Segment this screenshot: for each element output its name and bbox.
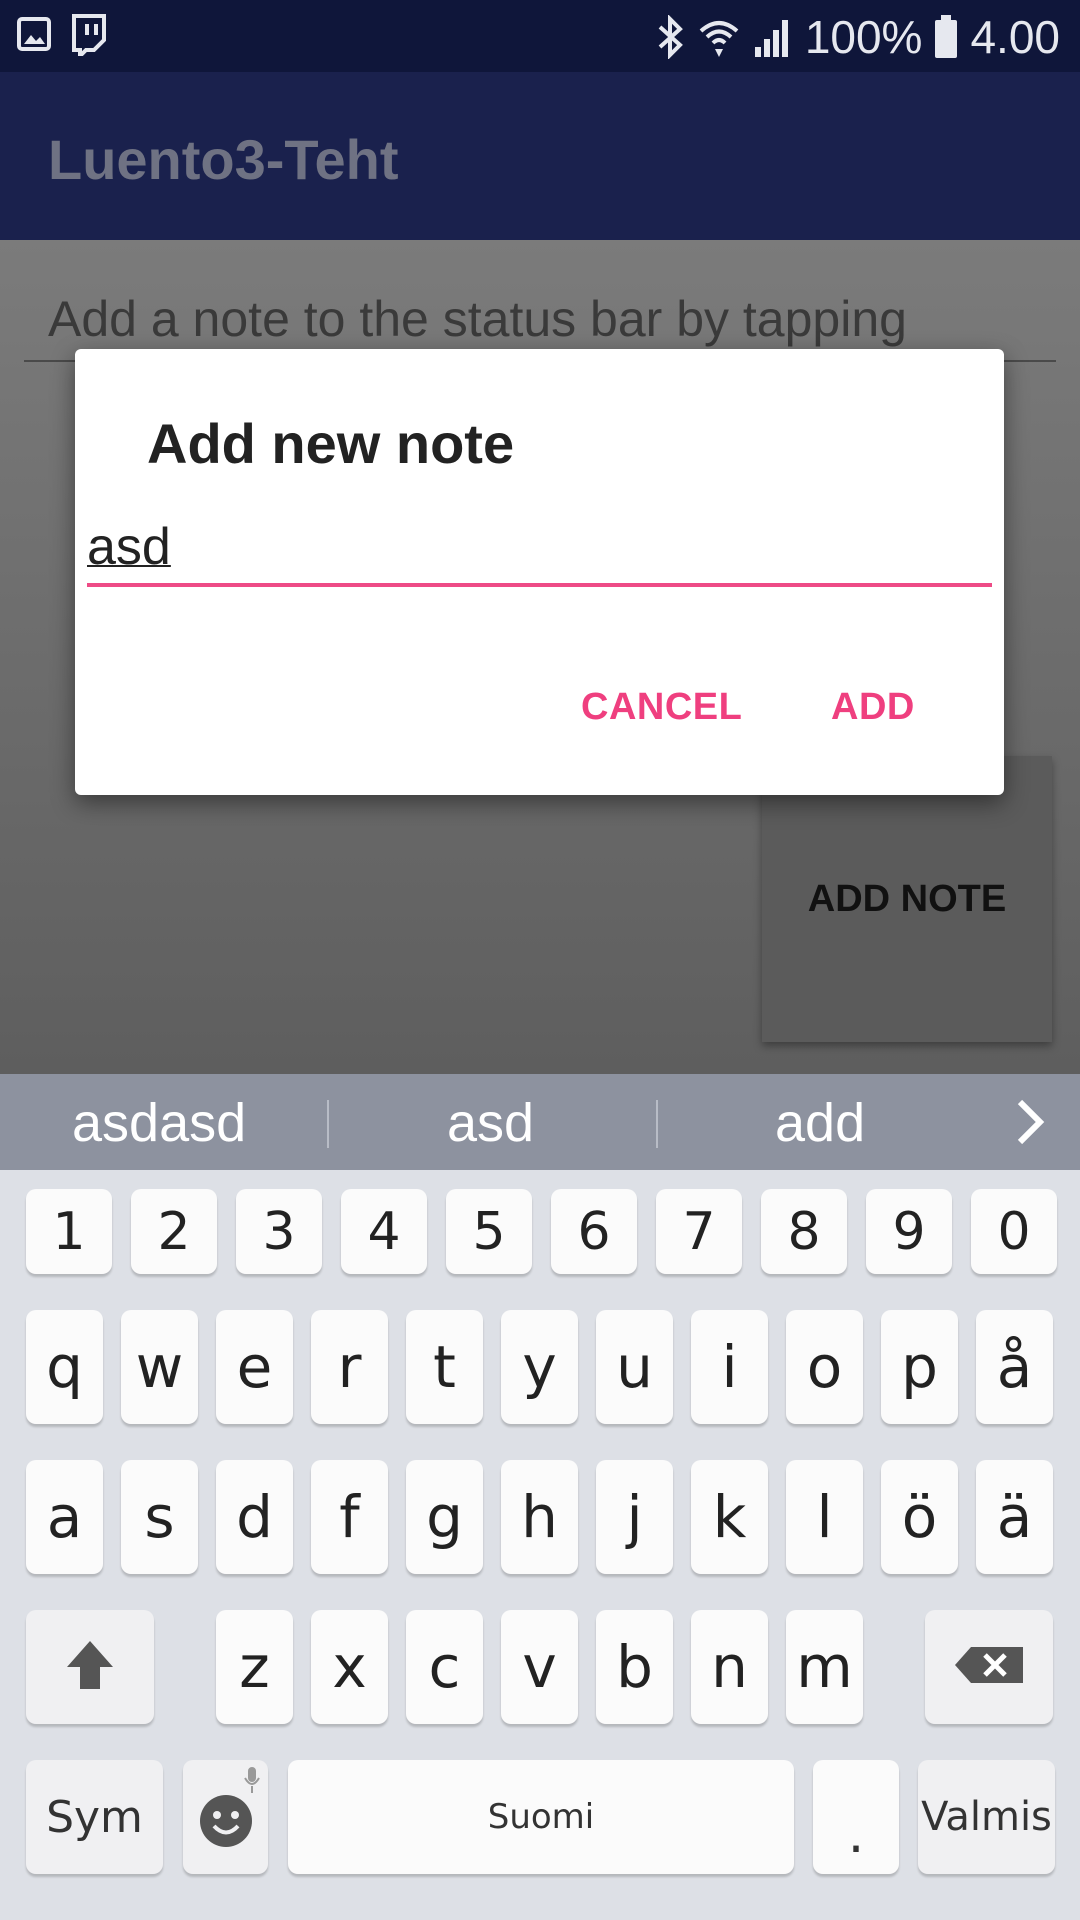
chevron-right-icon[interactable]	[1012, 1096, 1048, 1153]
key-3[interactable]: 3	[236, 1189, 322, 1274]
sym-key[interactable]: Sym	[26, 1760, 163, 1874]
key-4[interactable]: 4	[341, 1189, 427, 1274]
key-a-ring[interactable]: å	[976, 1310, 1053, 1424]
key-e[interactable]: e	[216, 1310, 293, 1424]
key-r[interactable]: r	[311, 1310, 388, 1424]
suggestion-divider	[327, 1100, 329, 1148]
key-n[interactable]: n	[691, 1610, 768, 1724]
key-u[interactable]: u	[596, 1310, 673, 1424]
clock: 4.00	[970, 11, 1060, 63]
key-2[interactable]: 2	[131, 1189, 217, 1274]
key-w[interactable]: w	[121, 1310, 198, 1424]
key-b[interactable]: b	[596, 1610, 673, 1724]
key-l[interactable]: l	[786, 1460, 863, 1574]
add-note-button[interactable]: ADD NOTE	[762, 756, 1052, 1042]
space-key[interactable]: Suomi	[288, 1760, 794, 1874]
battery-icon	[934, 15, 958, 59]
key-7[interactable]: 7	[656, 1189, 742, 1274]
key-i[interactable]: i	[691, 1310, 768, 1424]
key-8[interactable]: 8	[761, 1189, 847, 1274]
dialog-input-value: asd	[87, 518, 171, 576]
key-y[interactable]: y	[501, 1310, 578, 1424]
wifi-icon	[697, 15, 741, 59]
key-6[interactable]: 6	[551, 1189, 637, 1274]
key-1[interactable]: 1	[26, 1189, 112, 1274]
twitch-icon	[70, 14, 106, 61]
app-bar: Luento3-Teht	[0, 72, 1080, 240]
key-g[interactable]: g	[406, 1460, 483, 1574]
shift-key[interactable]	[26, 1610, 154, 1724]
status-bar: 100% 4.00	[0, 0, 1080, 72]
emoji-key[interactable]	[183, 1760, 268, 1874]
key-j[interactable]: j	[596, 1460, 673, 1574]
period-key-label: .	[847, 1805, 865, 1865]
suggestion-bar: asdasd asd add	[0, 1074, 1080, 1170]
key-o[interactable]: o	[786, 1310, 863, 1424]
suggestion-2[interactable]: asd	[447, 1092, 534, 1154]
suggestion-3[interactable]: add	[775, 1092, 865, 1154]
sym-key-label: Sym	[46, 1791, 143, 1843]
dialog-note-input[interactable]: asd	[87, 517, 992, 587]
key-t[interactable]: t	[406, 1310, 483, 1424]
cancel-button[interactable]: CANCEL	[581, 686, 742, 729]
soft-keyboard: asdasd asd add 1 2 3 4 5 6 7 8 9 0 q w e…	[0, 1074, 1080, 1920]
key-q[interactable]: q	[26, 1310, 103, 1424]
key-a[interactable]: a	[26, 1460, 103, 1574]
key-f[interactable]: f	[311, 1460, 388, 1574]
key-x[interactable]: x	[311, 1610, 388, 1724]
key-9[interactable]: 9	[866, 1189, 952, 1274]
key-m[interactable]: m	[786, 1610, 863, 1724]
key-a-umlaut[interactable]: ä	[976, 1460, 1053, 1574]
gallery-icon	[16, 14, 52, 61]
key-c[interactable]: c	[406, 1610, 483, 1724]
battery-percent: 100%	[804, 11, 923, 63]
key-0[interactable]: 0	[971, 1189, 1057, 1274]
period-key[interactable]: .	[813, 1760, 899, 1874]
signal-icon	[753, 17, 793, 57]
add-note-dialog: Add new note asd CANCEL ADD	[75, 349, 1004, 795]
key-s[interactable]: s	[121, 1460, 198, 1574]
backspace-key[interactable]	[925, 1610, 1053, 1724]
space-key-label: Suomi	[487, 1797, 595, 1837]
key-d[interactable]: d	[216, 1460, 293, 1574]
bluetooth-icon	[655, 15, 685, 59]
shift-arrow-icon	[63, 1637, 117, 1697]
key-o-umlaut[interactable]: ö	[881, 1460, 958, 1574]
microphone-icon	[244, 1766, 260, 1798]
add-button[interactable]: ADD	[831, 686, 915, 729]
app-title: Luento3-Teht	[48, 128, 399, 191]
suggestion-1[interactable]: asdasd	[72, 1092, 246, 1154]
dialog-title: Add new note	[147, 412, 515, 475]
key-p[interactable]: p	[881, 1310, 958, 1424]
suggestion-divider	[656, 1100, 658, 1148]
note-input-hint: Add a note to the status bar by tapping	[48, 291, 907, 347]
key-z[interactable]: z	[216, 1610, 293, 1724]
key-k[interactable]: k	[691, 1460, 768, 1574]
key-5[interactable]: 5	[446, 1189, 532, 1274]
key-v[interactable]: v	[501, 1610, 578, 1724]
done-key[interactable]: Valmis	[918, 1760, 1055, 1874]
done-key-label: Valmis	[921, 1794, 1052, 1840]
emoji-icon	[198, 1793, 254, 1853]
key-h[interactable]: h	[501, 1460, 578, 1574]
backspace-icon	[953, 1645, 1025, 1689]
